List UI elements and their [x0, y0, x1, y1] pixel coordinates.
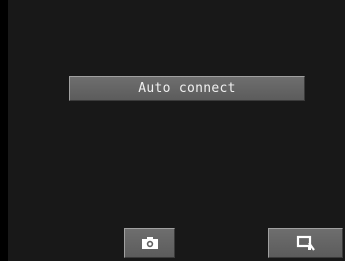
- image-search-icon: [296, 235, 316, 252]
- camera-icon: [141, 236, 159, 250]
- camera-button[interactable]: [124, 228, 175, 258]
- auto-connect-label: Auto connect: [138, 81, 236, 96]
- image-view-button[interactable]: [268, 228, 343, 258]
- camera-display-screen: Auto connect: [8, 0, 345, 261]
- auto-connect-button[interactable]: Auto connect: [69, 76, 305, 101]
